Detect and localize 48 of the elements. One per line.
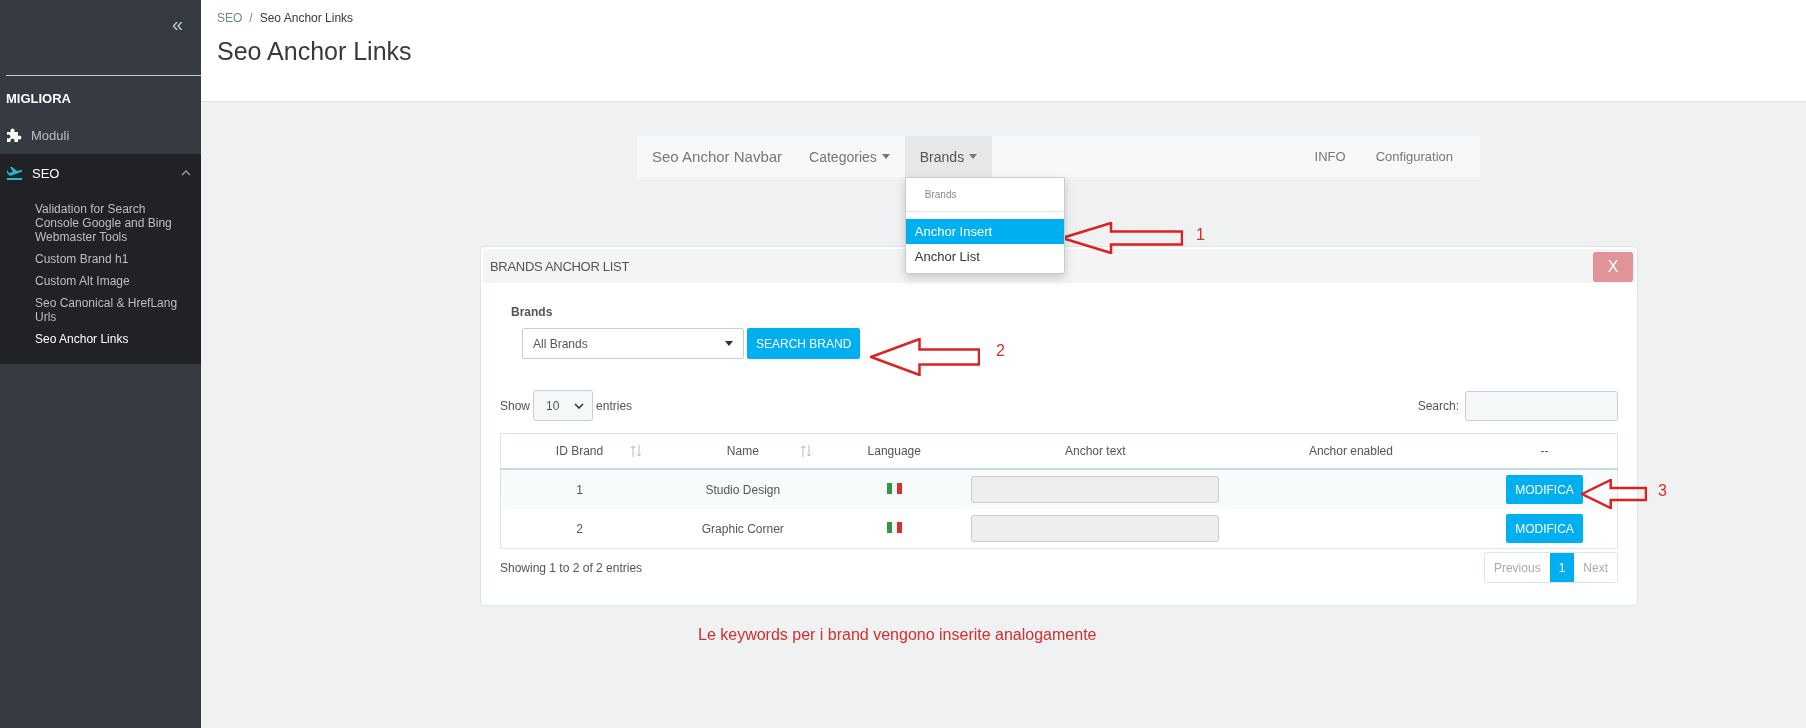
chevron-icon — [181, 170, 191, 176]
page-size-select[interactable]: 10 — [533, 390, 594, 421]
section-title: MIGLIORA — [6, 91, 72, 106]
dropdown-header: Brands — [923, 188, 958, 202]
submenu-item[interactable]: Seo Canonical & HrefLang Urls — [0, 292, 201, 328]
flag-icon — [886, 482, 902, 494]
annotation-arrow — [1581, 479, 1647, 509]
airplane-icon — [6, 165, 23, 181]
sort-icon[interactable] — [630, 444, 642, 458]
sort-icon[interactable] — [799, 444, 812, 458]
table-cell: Studio Design — [705, 482, 781, 497]
table-cell: 1 — [576, 482, 583, 497]
page-title: Seo Anchor Links — [217, 37, 413, 66]
entries-label: entries — [596, 398, 633, 413]
sidebar-item[interactable]: SEO — [0, 154, 201, 192]
annotation-number: 1 — [1196, 226, 1205, 244]
caret-icon — [725, 341, 733, 346]
annotation-note: Le keywords per i brand vengono inserite analogamente — [698, 626, 1098, 644]
flag-icon — [886, 521, 902, 533]
dropdown-item[interactable]: Anchor List — [905, 244, 1064, 269]
brand-select[interactable]: All Brands — [522, 328, 744, 359]
caret-icon — [881, 154, 890, 159]
field-label: Brands — [511, 305, 554, 319]
collapse-button[interactable]: « — [171, 12, 183, 36]
annotation-number: 3 — [1658, 482, 1667, 500]
breadcrumb-separator: / — [249, 11, 253, 25]
navbar-brand[interactable]: Seo Anchor Navbar — [637, 136, 795, 177]
nav-link[interactable]: Configuration — [1360, 136, 1468, 177]
table-cell: 2 — [576, 521, 583, 536]
breadcrumb-link[interactable]: SEO — [217, 11, 243, 25]
submenu-item[interactable]: Validation for Search Console Google and Bing Webmaster Tools — [0, 198, 201, 248]
table-cell: Graphic Corner — [701, 521, 784, 536]
search-label: Search: — [1417, 398, 1459, 413]
nav-dropdown[interactable]: Categories — [794, 136, 905, 177]
table-info: Showing 1 to 2 of 2 entries — [500, 560, 643, 575]
submenu-item[interactable]: Custom Alt Image — [0, 270, 201, 292]
puzzle-icon — [6, 127, 22, 143]
sidebar-item[interactable]: Moduli — [0, 116, 201, 154]
submenu-item[interactable]: Custom Brand h1 — [0, 248, 201, 270]
nav-link[interactable]: INFO — [1299, 136, 1361, 177]
breadcrumb-link[interactable]: Seo Anchor Links — [259, 11, 354, 25]
search-field[interactable] — [1465, 390, 1618, 421]
caret-icon — [969, 154, 978, 159]
show-label: Show — [500, 398, 531, 413]
submenu-item[interactable]: Seo Anchor Links — [0, 328, 201, 350]
panel-title: BRANDS ANCHOR LIST — [490, 258, 630, 274]
chevron-icon — [574, 402, 585, 409]
annotation-number: 2 — [996, 342, 1005, 360]
